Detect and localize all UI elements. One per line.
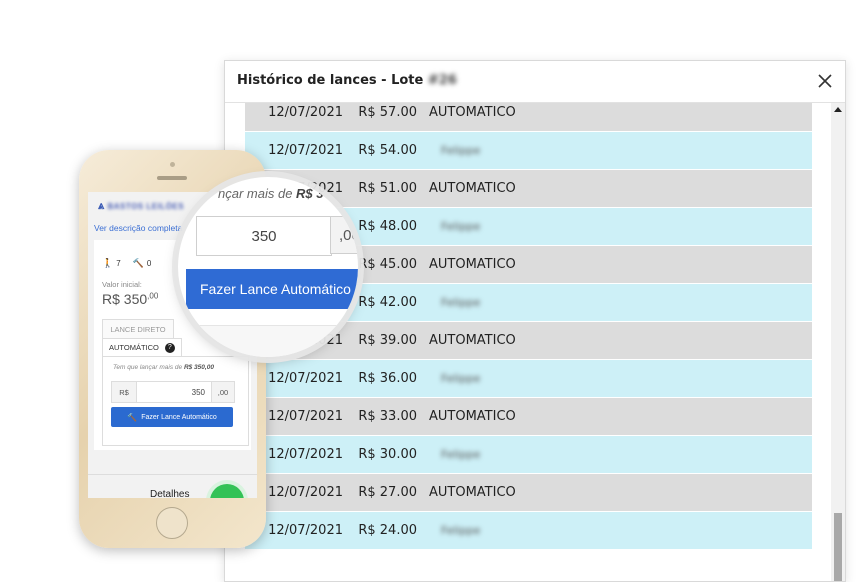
bid-row: 12/07/2021 R$ 30.00 Felippe <box>245 436 812 474</box>
cents-suffix: ,00 <box>211 382 234 402</box>
bid-value: R$ 54.00 <box>358 143 417 158</box>
zoom-magnifier: nçar mais de R$ 3 350 ,00 Fazer Lance Au… <box>178 177 358 357</box>
full-description-link[interactable]: Ver descrição completa <box>94 223 182 233</box>
bid-date: 12/07/2021 <box>268 143 343 158</box>
zoom-cents-suffix: ,00 <box>330 216 358 254</box>
bid-row: 12/07/2021 R$ 33.00 AUTOMATICO <box>245 398 812 436</box>
bid-value: R$ 27.00 <box>358 485 417 500</box>
bidder-name: AUTOMATICO <box>429 181 516 196</box>
gavel-icon: 🔨 <box>127 412 138 422</box>
bidder-name: AUTOMATICO <box>429 409 516 424</box>
zoom-auto-bid-button[interactable]: Fazer Lance Automático <box>186 269 358 309</box>
home-button[interactable] <box>156 507 188 539</box>
phone-speaker <box>157 176 187 180</box>
scrollbar[interactable] <box>831 103 845 581</box>
lot-stats: 🚶 7 🔨 0 <box>102 258 163 269</box>
price-cents: ,00 <box>147 291 159 301</box>
bid-value: R$ 36.00 <box>358 371 417 386</box>
visits-count: 7 <box>116 259 121 268</box>
currency-prefix: R$ <box>112 382 137 402</box>
zoom-hint-value: R$ 3 <box>296 186 324 201</box>
close-icon[interactable] <box>815 71 835 91</box>
zoom-min-bid-hint: nçar mais de R$ 3 <box>218 186 324 201</box>
gavel-icon: 🔨 <box>132 258 144 268</box>
scroll-up-arrow[interactable] <box>834 107 842 112</box>
bid-row: 12/07/2021 R$ 27.00 AUTOMATICO <box>245 474 812 512</box>
bid-row: 12/07/2021 R$ 24.00 Felippe <box>245 512 812 550</box>
bid-value: R$ 30.00 <box>358 447 417 462</box>
walker-icon: 🚶 <box>102 258 114 268</box>
bidder-name: Felippe <box>441 448 481 461</box>
bidder-name: Felippe <box>441 220 481 233</box>
phone-camera <box>170 162 175 167</box>
bid-value: R$ 57.00 <box>358 105 417 120</box>
modal-title-text: Histórico de lances - Lote <box>237 73 424 88</box>
bid-amount-value[interactable]: 350 <box>137 382 211 402</box>
tab-automatic-label: AUTOMÁTICO <box>109 343 159 352</box>
initial-value-label: Valor inicial: <box>102 280 142 289</box>
min-bid-hint-text: Tem que lançar mais de <box>113 364 184 371</box>
automatic-panel: Tem que lançar mais de R$ 350,00 R$ 350 … <box>102 356 249 446</box>
bottom-divider <box>88 474 257 475</box>
bid-value: R$ 33.00 <box>358 409 417 424</box>
bidder-name: Felippe <box>441 372 481 385</box>
bidder-name: AUTOMATICO <box>429 333 516 348</box>
modal-header: Histórico de lances - Lote #26 <box>225 61 845 103</box>
modal-title: Histórico de lances - Lote #26 <box>237 73 457 88</box>
help-icon[interactable]: ? <box>164 342 175 353</box>
bid-value: R$ 24.00 <box>358 523 417 538</box>
zoom-panel-bottom <box>178 325 358 357</box>
bidder-name: AUTOMATICO <box>429 105 516 120</box>
bid-row: 12/07/2021 R$ 54.00 Felippe <box>245 132 812 170</box>
app-logo: ⩓ BASTOS LEILÕES <box>98 200 185 212</box>
bidder-name: Felippe <box>441 524 481 537</box>
bids-count: 0 <box>146 259 152 268</box>
bid-value: R$ 51.00 <box>358 181 417 196</box>
bidder-name: Felippe <box>441 144 481 157</box>
bid-row: 12/07/2021 R$ 57.00 AUTOMATICO <box>245 103 812 132</box>
tab-direct-bid[interactable]: LANCE DIRETO <box>102 319 174 339</box>
zoom-hint-text: nçar mais de <box>218 186 297 201</box>
price-main: R$ 350 <box>102 291 148 307</box>
app-logo-text: BASTOS LEILÕES <box>107 202 185 211</box>
bidder-name: AUTOMATICO <box>429 257 516 272</box>
bid-amount-input[interactable]: R$ 350 ,00 <box>111 381 235 403</box>
bid-date: 12/07/2021 <box>268 105 343 120</box>
bidder-name: AUTOMATICO <box>429 485 516 500</box>
lot-number-blurred: #26 <box>427 73 457 88</box>
auto-bid-button[interactable]: 🔨 Fazer Lance Automático <box>111 407 233 427</box>
details-tab[interactable]: Detalhes <box>150 489 189 498</box>
scroll-thumb[interactable] <box>834 513 842 581</box>
min-bid-hint: Tem que lançar mais de R$ 350,00 <box>113 364 214 371</box>
whatsapp-icon[interactable] <box>210 484 244 498</box>
auto-bid-button-label: Fazer Lance Automático <box>141 413 217 421</box>
bid-row: 12/07/2021 R$ 36.00 Felippe <box>245 360 812 398</box>
initial-price: R$ 350,00 <box>102 291 158 307</box>
min-bid-value: R$ 350,00 <box>183 364 214 371</box>
tab-automatic[interactable]: AUTOMÁTICO ? <box>102 338 182 356</box>
bidder-name: Felippe <box>441 296 481 309</box>
zoom-bid-amount-input[interactable]: 350 <box>196 216 332 256</box>
